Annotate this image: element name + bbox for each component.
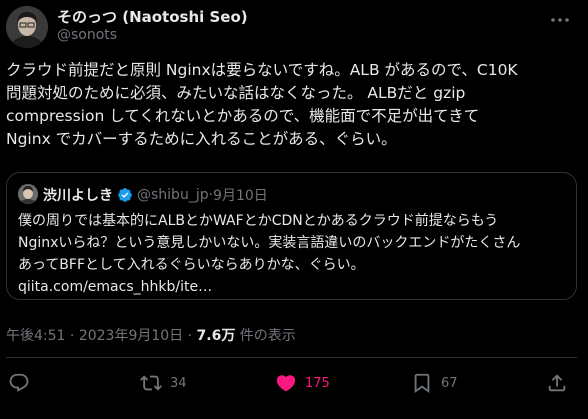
reply-button[interactable] bbox=[8, 372, 30, 394]
views-count[interactable]: 7.6万 bbox=[197, 328, 236, 344]
share-icon bbox=[546, 372, 568, 394]
share-button[interactable] bbox=[546, 372, 568, 394]
views-label: 件の表示 bbox=[235, 328, 296, 344]
retweet-icon bbox=[140, 372, 162, 394]
quote-author-handle: @shibu_jp bbox=[137, 187, 209, 203]
bookmark-count: 67 bbox=[441, 375, 458, 391]
avatar[interactable] bbox=[6, 6, 48, 48]
more-options-button[interactable] bbox=[548, 6, 572, 26]
bookmark-button[interactable]: 67 bbox=[411, 372, 458, 394]
quote-text: 僕の周りでは基本的にALBとかWAFとかCDNとかあるクラウド前提ならもう Ng… bbox=[18, 213, 521, 295]
meta-separator: · bbox=[183, 328, 197, 344]
quote-header: 渋川よしき @shibu_jp · 9月10日 bbox=[43, 185, 268, 205]
retweet-count: 34 bbox=[170, 375, 187, 391]
action-bar: 34 175 67 bbox=[0, 372, 588, 402]
quote-date: 9月10日 bbox=[213, 188, 268, 204]
quote-avatar bbox=[18, 184, 38, 204]
quote-tweet-card[interactable]: 渋川よしき @shibu_jp · 9月10日 僕の周りでは基本的にALBとかW… bbox=[6, 172, 577, 300]
author-handle[interactable]: @sonots bbox=[57, 27, 117, 43]
reply-icon bbox=[8, 372, 30, 394]
tweet-text: クラウド前提だと原則 Nginxは要らないですね。ALB があるので、C10K … bbox=[6, 61, 518, 148]
bookmark-icon bbox=[411, 372, 433, 394]
verified-badge-icon bbox=[117, 187, 133, 203]
meta-separator: · bbox=[65, 328, 79, 344]
author-name[interactable]: そのっつ (Naotoshi Seo) bbox=[57, 6, 248, 27]
like-button[interactable]: 175 bbox=[275, 372, 330, 394]
retweet-button[interactable]: 34 bbox=[140, 372, 187, 394]
tweet-time[interactable]: 午後4:51 bbox=[6, 328, 65, 344]
more-icon bbox=[551, 7, 569, 26]
tweet-date[interactable]: 2023年9月10日 bbox=[79, 328, 183, 344]
timestamp-row: 午後4:51 · 2023年9月10日 · 7.6万 件の表示 bbox=[6, 325, 296, 345]
heart-icon bbox=[275, 372, 297, 394]
like-count: 175 bbox=[305, 375, 330, 391]
divider bbox=[6, 357, 577, 358]
quote-author-name: 渋川よしき bbox=[43, 188, 113, 204]
